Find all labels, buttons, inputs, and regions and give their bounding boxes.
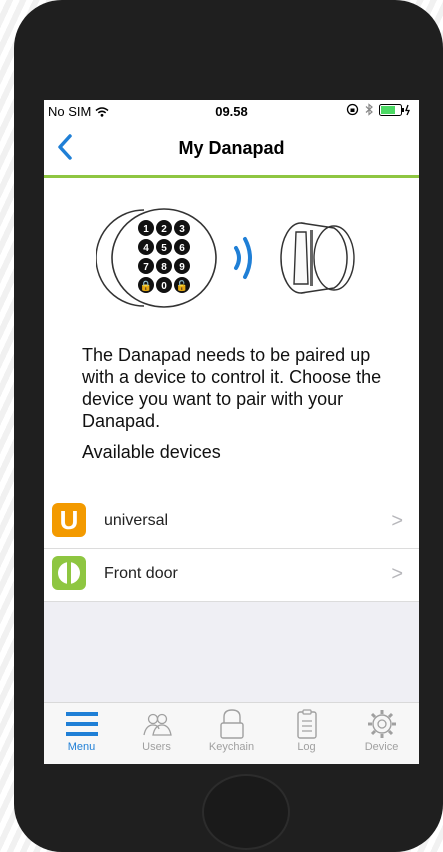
tab-users[interactable]: Users [119,703,194,764]
keypad-illustration: 1 2 3 4 5 6 7 8 9 🔒 0 🔓 [96,208,217,308]
lock-device-icon [52,556,86,590]
tab-label: Device [364,741,399,753]
keypad-key-label: 7 [143,262,149,273]
tab-keychain[interactable]: Keychain [194,703,269,764]
keypad-key-label: 1 [143,224,149,235]
keypad-key-label: 🔓 [176,279,188,292]
pairing-panel: 1 2 3 4 5 6 7 8 9 🔒 0 🔓 The Danapad needs to be pai… [44,178,419,496]
tab-menu[interactable]: Menu [44,703,119,764]
page-title: My Danapad [178,138,285,158]
keypad-key-label: 0 [161,281,167,292]
keypad-key-label: 9 [179,262,185,273]
signal-wave-large [243,237,252,279]
tab-label: Log [297,741,316,753]
danapad-pairing-illustration: 1 2 3 4 5 6 7 8 9 🔒 0 🔓 [96,208,355,308]
device-row-front-door[interactable]: Front door > [44,549,419,602]
app-screen: No SIM 09.58 My Danapad 1 2 3 4 5 6 7 8 … [44,100,419,764]
nav-bar: My Danapad [44,120,419,178]
gear-icon [367,710,396,738]
device-list: U universal > Front door > [44,496,419,602]
hamburger-menu-icon [65,712,98,736]
tab-bar: Menu Users Keychain Log Device [44,702,419,764]
bluetooth-icon [365,103,373,116]
battery-icon [379,103,411,116]
padlock-icon [219,709,244,739]
keypad-key-label: 🔒 [140,280,152,292]
device-row-universal[interactable]: U universal > [44,496,419,549]
status-bar: No SIM 09.58 [44,100,419,120]
universal-device-icon: U [52,503,86,537]
home-button[interactable] [202,774,290,850]
keypad-key-label: 3 [179,224,185,235]
keypad-key-label: 8 [161,262,167,273]
danalock-logo-icon [58,562,80,584]
smart-lock-illustration [280,222,355,294]
users-icon [142,713,172,736]
tab-device[interactable]: Device [344,703,419,764]
chevron-right-icon: > [391,563,403,585]
keypad-key-label: 2 [161,224,167,235]
available-devices-heading: Available devices [82,442,221,462]
signal-wave-small [234,246,241,270]
keypad-key-label: 5 [161,243,167,254]
tab-label: Menu [67,741,96,753]
tab-label: Keychain [208,741,255,753]
chevron-right-icon: > [391,510,403,532]
device-name: Front door [104,565,178,582]
keypad-key-label: 6 [179,243,185,254]
keypad-key-label: 4 [143,243,149,254]
rotation-lock-icon [346,103,359,116]
status-icons [346,103,413,116]
tab-log[interactable]: Log [269,703,344,764]
pairing-description: The Danapad needs to be paired up with a… [82,345,382,431]
device-name: universal [104,512,169,529]
clipboard-log-icon [296,709,317,739]
tab-label: Users [142,741,171,753]
